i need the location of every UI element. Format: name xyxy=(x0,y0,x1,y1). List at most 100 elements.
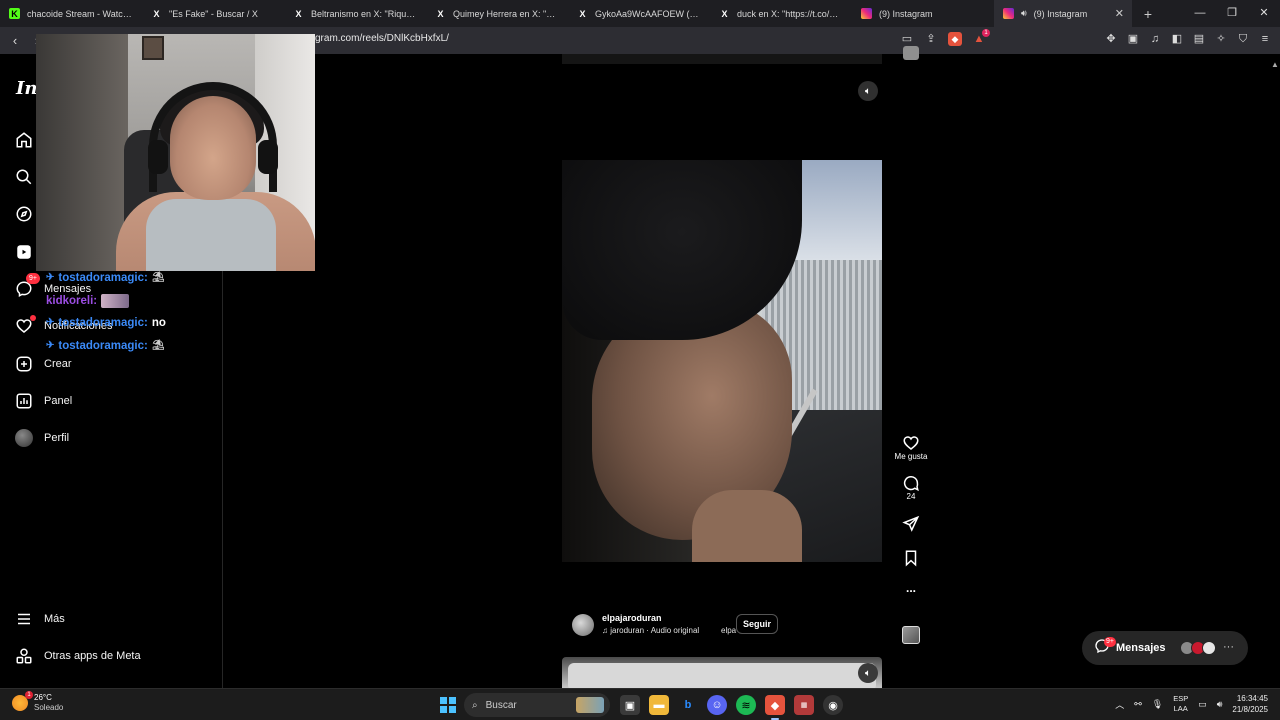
sidebar-item-panel[interactable]: Panel xyxy=(14,391,72,411)
chat-message: ✈ tostadoramagic: ⛱ xyxy=(46,267,166,290)
hat-emote-icon: ⛱ xyxy=(151,339,165,351)
next-reel-preview[interactable] xyxy=(562,657,882,688)
bing-icon[interactable]: b xyxy=(678,695,698,715)
plus-square-icon xyxy=(14,354,34,374)
media-icon[interactable]: ▣ xyxy=(1126,32,1140,46)
mute-toggle-icon[interactable]: 🔈︎ xyxy=(858,663,878,683)
restore-icon[interactable]: ❐ xyxy=(1216,0,1248,27)
sidebar-icon[interactable]: ◧ xyxy=(1170,32,1184,46)
sidebar-item-search[interactable] xyxy=(14,167,34,187)
new-tab-button[interactable]: + xyxy=(1138,6,1158,22)
scroll-up-icon[interactable]: ▲ xyxy=(1271,60,1279,70)
previous-reel-edge[interactable] xyxy=(562,54,882,64)
sidebar-item-home[interactable] xyxy=(14,130,34,150)
chevron-up-icon[interactable]: ︿ xyxy=(1115,698,1124,711)
reel-audio-line[interactable]: ♫ jaroduran · Audio original xyxy=(602,626,699,635)
music-icon[interactable]: ♫ xyxy=(1148,32,1162,46)
spotify-icon[interactable]: ≋ xyxy=(736,695,756,715)
sidebar-item-profile[interactable]: Perfil xyxy=(14,428,69,448)
tab-instagram-active[interactable]: 🔊︎ (9) Instagram ✕ xyxy=(994,0,1132,27)
recent-contacts xyxy=(1180,641,1216,655)
comment-button[interactable]: 24 xyxy=(902,474,920,501)
display-icon[interactable]: ▭ xyxy=(1198,699,1207,710)
tab-instagram[interactable]: (9) Instagram xyxy=(852,0,994,27)
streamer-webcam xyxy=(36,34,315,271)
chat-message: ✈ tostadoramagic: ⛱ xyxy=(46,335,166,358)
share-button[interactable] xyxy=(902,515,920,533)
window-controls: — ❐ ✕ xyxy=(1184,0,1280,27)
close-tab-icon[interactable]: ✕ xyxy=(1115,7,1124,20)
chat-text: no xyxy=(151,317,166,329)
tab-x-image[interactable]: X GykoAa9WcAAFOEW (680×52 xyxy=(568,0,710,27)
video-editor-icon[interactable]: ▦ xyxy=(794,695,814,715)
reel-user-avatar[interactable] xyxy=(572,614,594,636)
brave-shields-icon[interactable]: ◆ xyxy=(948,32,962,46)
follow-button[interactable]: Seguir xyxy=(736,614,779,634)
tab-x-es-fake[interactable]: X "Es Fake" - Buscar / X xyxy=(142,0,284,27)
sidebar-item-more[interactable]: Más xyxy=(14,609,65,629)
close-window-icon[interactable]: ✕ xyxy=(1248,0,1280,27)
keyboard-layout: LAA xyxy=(1173,704,1188,713)
file-explorer-icon[interactable]: ▬ xyxy=(649,695,669,715)
brave-browser-icon[interactable]: ◆ xyxy=(765,695,785,720)
more-options-button[interactable]: ... xyxy=(906,581,916,595)
tab-x-duck[interactable]: X duck en X: "https://t.co/BYfI5e xyxy=(710,0,852,27)
tab-x-quimey[interactable]: X Quimey Herrera en X: "https:// xyxy=(426,0,568,27)
browser-tab-strip: K chacoide Stream - Watch L X "Es Fake" … xyxy=(0,0,1280,27)
windows-start-icon[interactable] xyxy=(440,697,456,713)
tab-x-beltranismo[interactable]: X Beltranismo en X: "Riquelme c xyxy=(284,0,426,27)
search-icon: ⌕ xyxy=(472,699,478,711)
sidebar-item-create[interactable]: Crear xyxy=(14,354,72,374)
vpn-icon[interactable]: ⛉ xyxy=(1236,32,1250,46)
windows-taskbar: 1 26°C Soleado ⌕ Buscar ▣ ▬ b ☺ ≋ ◆ ▦ ◉ … xyxy=(0,688,1280,720)
audio-thumbnail[interactable] xyxy=(902,626,920,644)
sidebar-item-label: Más xyxy=(44,613,65,625)
pin-icon: ✈ xyxy=(46,317,55,328)
save-button[interactable] xyxy=(902,549,920,567)
weather-widget[interactable]: 1 26°C Soleado xyxy=(12,691,63,713)
messages-floating-button[interactable]: 9+ Mensajes ··· xyxy=(1082,631,1248,665)
back-icon[interactable]: ‹ xyxy=(4,33,26,48)
url-field[interactable]: gram.com/reels/DNlKcbHxfxL/ xyxy=(315,33,449,44)
cast-icon[interactable]: ▭ xyxy=(900,32,914,46)
sidebar-item-reels[interactable] xyxy=(14,242,34,262)
sidebar-item-label: Panel xyxy=(44,395,73,407)
reels-icon xyxy=(14,242,34,262)
comment-count: 24 xyxy=(906,492,916,501)
menu-icon[interactable]: ≡ xyxy=(1258,32,1272,46)
leo-ai-icon[interactable]: ✧ xyxy=(1214,32,1228,46)
brave-rewards-icon[interactable]: ▲ 1 xyxy=(972,29,990,46)
mute-toggle-icon[interactable]: 🔈︎ xyxy=(858,81,878,101)
wallet-icon[interactable]: ▤ xyxy=(1192,32,1206,46)
minimize-icon[interactable]: — xyxy=(1184,0,1216,27)
obs-icon[interactable]: ◉ xyxy=(823,695,843,715)
x-icon: X xyxy=(579,8,586,19)
home-icon xyxy=(14,130,34,150)
tab-kick-stream[interactable]: K chacoide Stream - Watch L xyxy=(0,0,142,27)
microphone-icon[interactable]: 🎙︎ xyxy=(1152,699,1163,710)
sidebar-item-explore[interactable] xyxy=(14,204,34,224)
taskbar-apps: ▣ ▬ b ☺ ≋ ◆ ▦ ◉ xyxy=(620,695,843,720)
reel-username[interactable]: elpajaroduran xyxy=(602,613,662,623)
task-view-icon[interactable]: ▣ xyxy=(620,695,640,715)
share-icon[interactable]: ⇪ xyxy=(924,32,938,46)
x-icon: X xyxy=(295,8,302,19)
speaker-icon[interactable]: 🔊︎ xyxy=(1021,8,1027,19)
volume-icon[interactable]: 🔊︎ xyxy=(1217,699,1223,710)
reel-video[interactable] xyxy=(562,160,882,562)
tab-title: "Es Fake" - Buscar / X xyxy=(169,8,258,19)
comment-icon xyxy=(902,474,920,492)
taskbar-search[interactable]: ⌕ Buscar xyxy=(464,693,610,717)
like-button[interactable]: Me gusta xyxy=(895,434,927,461)
clock[interactable]: 16:34:45 21/8/2025 xyxy=(1232,693,1268,715)
sidebar-item-label: Perfil xyxy=(44,432,70,444)
previous-audio-thumbnail[interactable] xyxy=(903,46,919,60)
extensions-icon[interactable]: ✥ xyxy=(1104,32,1118,46)
sidebar-item-meta-apps[interactable]: Otras apps de Meta xyxy=(14,646,141,666)
language-indicator[interactable]: ESP LAA xyxy=(1173,694,1188,714)
search-icon xyxy=(14,167,34,187)
page-scrollbar[interactable]: ▲ xyxy=(1270,54,1279,688)
bar-chart-icon xyxy=(14,391,34,411)
network-icon[interactable]: ⚯ xyxy=(1134,699,1142,710)
discord-icon[interactable]: ☺ xyxy=(707,695,727,715)
